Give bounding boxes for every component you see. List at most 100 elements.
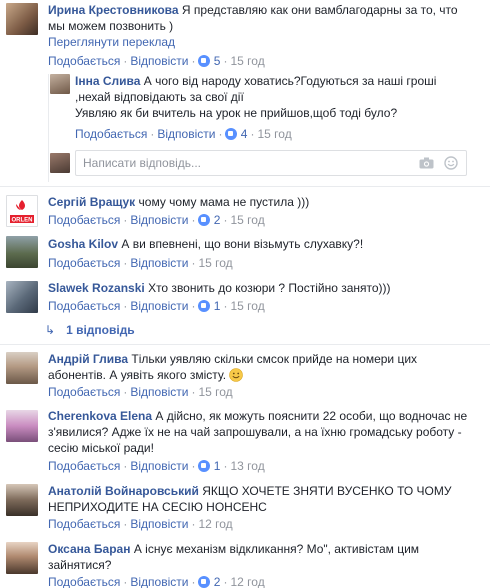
like-button[interactable]: Подобається [48, 575, 120, 588]
separator: · [123, 213, 128, 227]
orlen-logo: ORLEN [10, 200, 34, 224]
separator: · [123, 385, 128, 399]
like-button[interactable]: Подобається [48, 385, 120, 399]
reply-button[interactable]: Відповісти [130, 575, 188, 588]
avatar[interactable] [6, 3, 38, 35]
comment-body: Оксана Баран А існує механізм відкликанн… [48, 541, 488, 573]
timestamp[interactable]: 15 год [230, 54, 264, 68]
reply-button[interactable]: Відповісти [130, 385, 188, 399]
timestamp[interactable]: 15 год [257, 127, 291, 141]
comment-text: чому чому мама не пустила ))) [138, 195, 310, 209]
comment-text: зайнятися? [48, 558, 112, 572]
like-button[interactable]: Подобається [48, 299, 120, 313]
like-icon [198, 576, 211, 588]
camera-icon[interactable] [419, 157, 434, 169]
comment-text: мы можем позвонить ) [48, 19, 174, 33]
divider [0, 186, 490, 187]
separator: · [223, 299, 228, 313]
avatar[interactable] [6, 352, 38, 384]
comment-body: Cherenkova Elena А дійсно, як можуть поя… [48, 408, 488, 456]
comment-author[interactable]: Оксана Баран [48, 542, 130, 556]
like-button[interactable]: Подобається [48, 459, 120, 473]
comment-body: Сергій Вращук чому чому мама не пустила … [48, 194, 478, 210]
smile-emoji-icon [229, 368, 244, 382]
separator: · [123, 299, 128, 313]
current-user-avatar [50, 153, 70, 173]
avatar[interactable] [6, 484, 38, 516]
like-icon [198, 214, 211, 226]
avatar[interactable] [6, 542, 38, 574]
timestamp[interactable]: 15 год [230, 299, 264, 313]
reply-button[interactable]: Відповісти [130, 54, 188, 68]
timestamp[interactable]: 12 год [198, 517, 232, 531]
separator: · [191, 256, 196, 270]
svg-text:ORLEN: ORLEN [12, 218, 33, 224]
separator: · [150, 127, 155, 141]
comment-author[interactable]: Інна Слива [75, 74, 140, 88]
timestamp[interactable]: 15 год [198, 256, 232, 270]
separator: · [123, 517, 128, 531]
like-icon [198, 460, 211, 472]
avatar[interactable]: ORLEN [6, 195, 38, 227]
comment-text: Я представляю как они вамблагодарны за т… [181, 3, 458, 17]
like-button[interactable]: Подобається [48, 213, 120, 227]
reply-input[interactable]: Написати відповідь... [75, 150, 467, 176]
comment-text: А дійсно, як можуть пояснити 22 особи, щ… [155, 409, 468, 423]
comment-author[interactable]: Андрій Глива [48, 352, 128, 366]
separator: · [123, 575, 128, 588]
separator: · [223, 459, 228, 473]
like-button[interactable]: Подобається [75, 127, 147, 141]
like-icon [198, 300, 211, 312]
separator: · [191, 385, 196, 399]
comment-text: з'явилися? Адже їх не на чай запрошували… [48, 425, 462, 439]
avatar[interactable] [6, 281, 38, 313]
timestamp[interactable]: 12 год [230, 575, 264, 588]
avatar[interactable] [6, 236, 38, 268]
like-button[interactable]: Подобається [48, 54, 120, 68]
like-icon [225, 128, 238, 140]
reply-button[interactable]: Відповісти [130, 299, 188, 313]
reply-button[interactable]: Відповісти [130, 517, 188, 531]
reply-button[interactable]: Відповісти [130, 256, 188, 270]
comment-text: НЕПРИХОДИТЕ НА СЕСІЮ НОНСЕНС [48, 500, 267, 514]
reply-placeholder: Написати відповідь... [83, 156, 201, 170]
comment-body: Анатолій Войнаровський ЯКЩО ХОЧЕТЕ ЗНЯТИ… [48, 483, 488, 515]
like-button[interactable]: Подобається [48, 256, 120, 270]
avatar[interactable] [50, 74, 70, 94]
like-button[interactable]: Подобається [48, 517, 120, 531]
separator: · [191, 459, 196, 473]
comment-author[interactable]: Анатолій Войнаровський [48, 484, 199, 498]
emoji-icon[interactable] [444, 156, 458, 170]
comment-author[interactable]: Сергій Вращук [48, 195, 135, 209]
comment-actions: Подобається · Відповісти · 4 · 15 год [75, 126, 292, 142]
comment-author[interactable]: Gosha Kilov [48, 237, 118, 251]
comment-actions: Подобається · Відповісти · 1 · 13 год [48, 458, 265, 474]
comment-text: А ви впевнені, що вони візьмуть слухавку… [121, 237, 364, 251]
separator: · [250, 127, 255, 141]
separator: · [123, 256, 128, 270]
timestamp[interactable]: 15 год [230, 213, 264, 227]
timestamp[interactable]: 15 год [198, 385, 232, 399]
comment-author[interactable]: Slawek Rozanski [48, 281, 145, 295]
reply-button[interactable]: Відповісти [157, 127, 215, 141]
translate-link[interactable]: Переглянути переклад [48, 34, 175, 50]
comment-text: ,нехай відповідають за свої дії [75, 90, 244, 104]
reply-button[interactable]: Відповісти [130, 213, 188, 227]
comment-body: Gosha Kilov А ви впевнені, що вони візьм… [48, 236, 478, 252]
comment-actions: Подобається · Відповісти · 12 год [48, 516, 233, 532]
separator: · [123, 459, 128, 473]
comment-author[interactable]: Ирина Крестовникова [48, 3, 179, 17]
separator: · [191, 517, 196, 531]
separator: · [218, 127, 223, 141]
avatar[interactable] [6, 410, 38, 442]
separator: · [191, 299, 196, 313]
comment-body: Інна Слива А чого від народу ховатись?Го… [75, 73, 475, 121]
reply-button[interactable]: Відповісти [130, 459, 188, 473]
comment-text: Тільки уявляю скільки смсок прийде на но… [131, 352, 418, 366]
timestamp[interactable]: 13 год [230, 459, 264, 473]
comment-body: Slawek Rozanski Хто звонить до козюри ? … [48, 280, 478, 296]
comment-body: Ирина Крестовникова Я представляю как он… [48, 2, 478, 34]
comment-author[interactable]: Cherenkova Elena [48, 409, 152, 423]
view-replies-link[interactable]: ↳ 1 відповідь [45, 322, 135, 338]
divider [0, 344, 490, 345]
